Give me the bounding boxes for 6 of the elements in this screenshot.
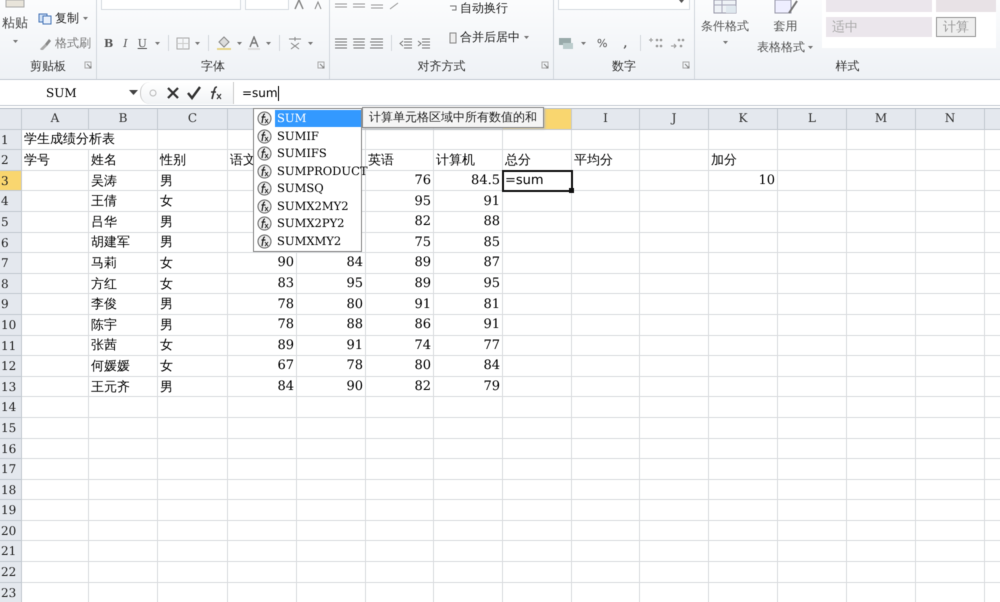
group-label: 样式 xyxy=(836,58,860,74)
group-label: 字体 xyxy=(200,58,225,74)
group-label: 数字 xyxy=(612,58,636,74)
function-tooltip: 计算单元格区域中所有数值的和 xyxy=(362,107,544,128)
group-label: 剪贴板 xyxy=(30,58,66,74)
group-label: 对齐方式 xyxy=(417,58,466,74)
